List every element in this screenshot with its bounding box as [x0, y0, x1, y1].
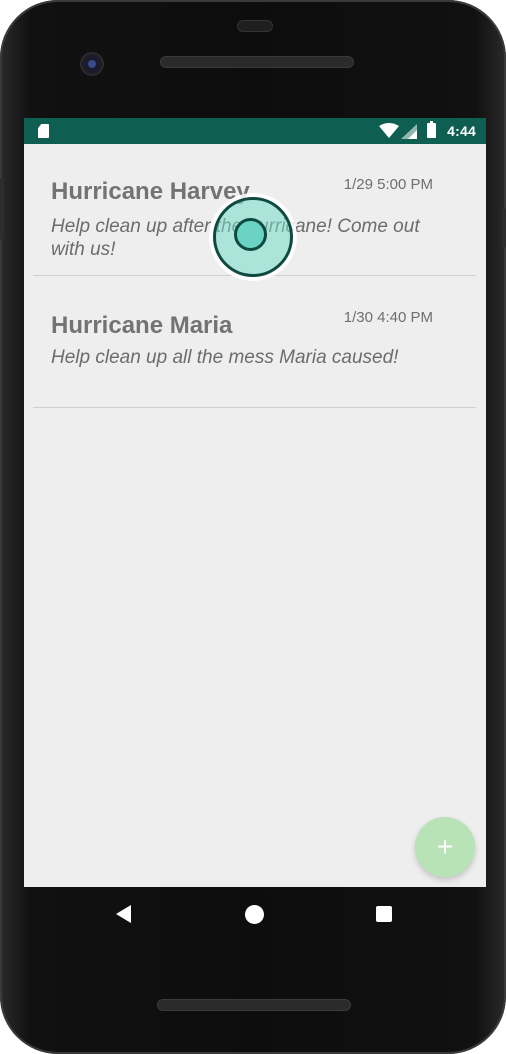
screen: 4:44 Hurricane Harvey 1/29 5:00 PM Help …: [24, 118, 486, 887]
cell-signal-icon: [401, 124, 417, 139]
top-speaker: [160, 56, 354, 68]
event-datetime: 1/29 5:00 PM: [343, 176, 433, 193]
volume-button: [0, 178, 4, 240]
front-camera: [80, 52, 104, 76]
event-description: Help clean up all the mess Maria caused!: [51, 347, 399, 368]
list-item[interactable]: Hurricane Maria 1/30 4:40 PM Help clean …: [33, 276, 476, 408]
event-title: Hurricane Maria: [51, 312, 233, 339]
recent-apps-icon[interactable]: [376, 906, 392, 922]
status-bar: 4:44: [24, 118, 486, 144]
wifi-icon: [379, 123, 399, 138]
power-button: [502, 208, 506, 248]
event-datetime: 1/30 4:40 PM: [343, 309, 433, 326]
plus-icon: +: [436, 831, 454, 862]
navigation-bar: [24, 887, 486, 941]
earpiece: [237, 20, 273, 32]
add-event-button[interactable]: +: [415, 817, 475, 877]
clock: 4:44: [447, 123, 476, 139]
home-icon[interactable]: [245, 905, 264, 924]
event-title: Hurricane Harvey: [51, 178, 250, 205]
touch-indicator-center: [234, 218, 267, 251]
bottom-speaker: [157, 999, 351, 1011]
sd-card-icon: [38, 124, 49, 138]
back-icon[interactable]: [116, 905, 131, 923]
phone-frame: 4:44 Hurricane Harvey 1/29 5:00 PM Help …: [0, 0, 506, 1054]
battery-icon: [427, 121, 436, 138]
touch-indicator: [213, 197, 293, 277]
